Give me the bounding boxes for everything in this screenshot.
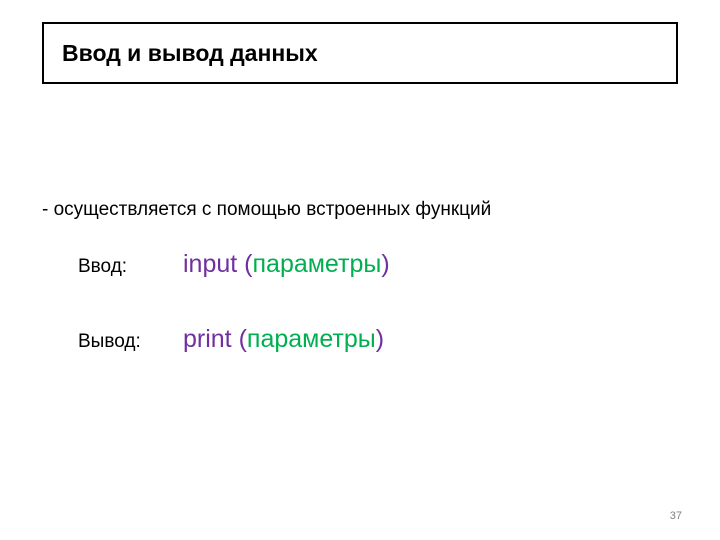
page-title: Ввод и вывод данных	[62, 40, 318, 67]
input-close-paren: )	[381, 250, 389, 278]
input-param: параметры	[253, 250, 382, 278]
input-func-name: input	[183, 250, 237, 278]
output-close-paren: )	[376, 325, 384, 353]
output-row: Вывод: print (параметры)	[78, 325, 384, 354]
output-label: Вывод:	[78, 331, 183, 353]
description-text: - осуществляется с помощью встроенных фу…	[42, 199, 491, 221]
output-param: параметры	[247, 325, 376, 353]
page-number: 37	[670, 510, 682, 522]
title-box: Ввод и вывод данных	[42, 22, 678, 84]
input-label: Ввод:	[78, 256, 183, 278]
input-open-paren: (	[237, 250, 252, 278]
output-open-paren: (	[232, 325, 247, 353]
output-func-name: print	[183, 325, 232, 353]
input-row: Ввод: input (параметры)	[78, 250, 390, 279]
